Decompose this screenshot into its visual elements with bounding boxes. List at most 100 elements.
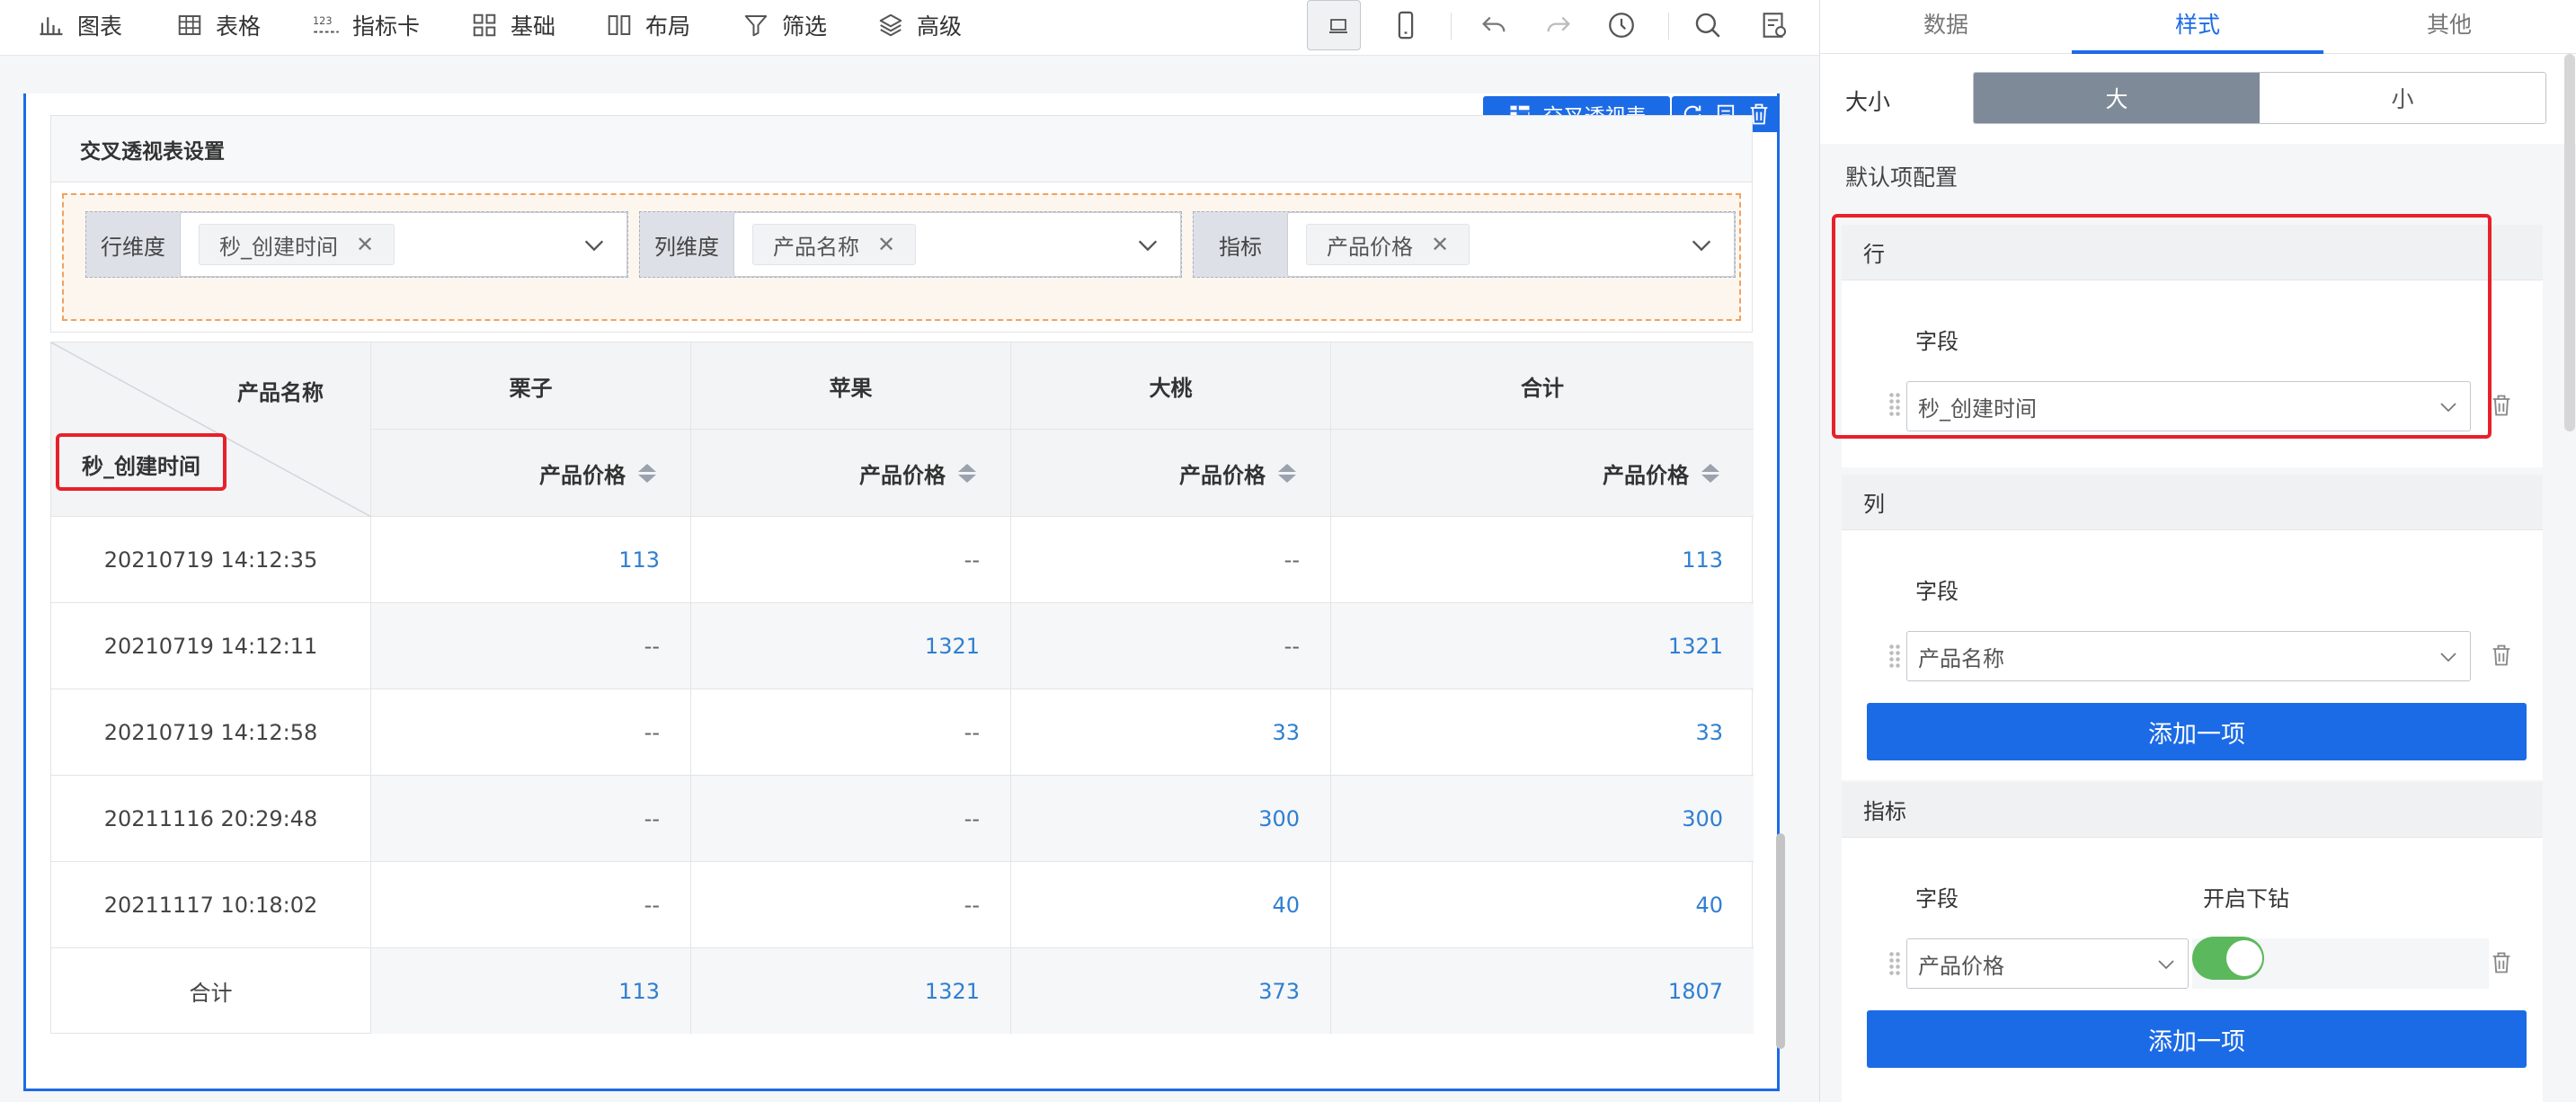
remove-column-dimension-icon[interactable]: ✕ <box>877 232 895 257</box>
toolbar-table[interactable]: 表格 <box>176 0 261 50</box>
metric-header[interactable]: 产品价格 <box>1331 430 1754 517</box>
tab-style[interactable]: 样式 <box>2072 0 2323 54</box>
undo-icon <box>1482 16 1506 32</box>
toolbar-table-label: 表格 <box>216 13 262 40</box>
table-cell[interactable]: 300 <box>1331 776 1754 862</box>
table-cell[interactable]: 1321 <box>691 603 1011 689</box>
desktop-view-button[interactable] <box>1307 0 1361 50</box>
toolbar-chart[interactable]: 图表 <box>38 0 122 50</box>
metric-header[interactable]: 产品价格 <box>691 430 1011 517</box>
total-cell[interactable]: 373 <box>1011 948 1331 1034</box>
metric-select[interactable]: 产品价格 ✕ <box>1287 212 1735 277</box>
column-dimension-label: 列维度 <box>654 234 719 260</box>
column-dimension-value: 产品名称 <box>773 234 859 260</box>
column-field-value: 产品名称 <box>1918 645 2004 671</box>
drill-down-label: 开启下钻 <box>2203 886 2289 911</box>
search-button[interactable] <box>1681 0 1735 50</box>
size-large-option[interactable]: 大 <box>1974 73 2260 123</box>
remove-metric-icon[interactable]: ✕ <box>1431 232 1449 257</box>
sort-icon[interactable] <box>1701 463 1719 483</box>
undo-button[interactable] <box>1467 0 1521 50</box>
pivot-settings-panel: 交叉透视表设置 行维度 秒_创建时间 ✕ 列维度 产品名称 ✕ 指标 产品价格 … <box>50 115 1753 333</box>
history-button[interactable] <box>1594 0 1648 50</box>
table-cell: -- <box>691 862 1011 948</box>
size-small-option[interactable]: 小 <box>2260 73 2545 123</box>
metric-header-label: 产品价格 <box>1603 462 1689 488</box>
delete-row-field-icon[interactable] <box>2489 392 2514 419</box>
column-dimension-chip: 产品名称 ✕ <box>752 224 917 265</box>
table-cell[interactable]: 33 <box>1011 689 1331 776</box>
table-icon <box>178 15 201 35</box>
row-header: 20210719 14:12:58 <box>51 689 371 776</box>
panel-tabs: 数据 样式 其他 <box>1820 0 2576 54</box>
canvas-scrollbar[interactable] <box>1776 833 1785 1049</box>
metric-field-select[interactable]: 产品价格 <box>1906 938 2189 989</box>
drag-handle-icon[interactable] <box>1888 951 1901 976</box>
column-dimension-select[interactable]: 产品名称 ✕ <box>733 212 1181 277</box>
page-settings-button[interactable] <box>1747 0 1801 50</box>
table-cell: -- <box>1011 517 1331 603</box>
add-column-button[interactable]: 添加一项 <box>1867 703 2527 760</box>
row-header: 20211116 20:29:48 <box>51 776 371 862</box>
metric-label: 指标 <box>1219 234 1262 260</box>
style-config-panel: 数据 样式 其他 大小 大 小 默认项配置 行 字段 秒_创建时间 列 字段 产… <box>1819 0 2576 1102</box>
pivot-settings-title: 交叉透视表设置 <box>51 116 1752 182</box>
basic-components-icon <box>473 13 496 37</box>
metric-header[interactable]: 产品价格 <box>371 430 691 517</box>
kpi-card-icon: 123 <box>313 15 339 33</box>
redo-icon <box>1547 16 1570 32</box>
size-row: 大小 大 小 <box>1820 54 2576 144</box>
sort-icon[interactable] <box>638 463 656 483</box>
column-section-title: 列 <box>1842 475 2543 530</box>
size-segmented-control: 大 小 <box>1973 72 2546 124</box>
metric-header[interactable]: 产品价格 <box>1011 430 1331 517</box>
metric-section-title: 指标 <box>1842 782 2543 838</box>
toolbar-chart-label: 图表 <box>77 13 123 40</box>
toolbar-advanced[interactable]: 高级 <box>877 0 962 50</box>
tab-other[interactable]: 其他 <box>2323 0 2575 54</box>
tab-data[interactable]: 数据 <box>1820 0 2072 54</box>
panel-scrollbar[interactable] <box>2564 54 2575 431</box>
table-cell[interactable]: 300 <box>1011 776 1331 862</box>
chevron-down-icon <box>1692 240 1711 252</box>
toolbar-kpi-card-label: 指标卡 <box>352 13 421 40</box>
metric-slot: 指标 产品价格 ✕ <box>1193 211 1736 278</box>
mobile-view-button[interactable] <box>1379 0 1433 50</box>
add-metric-button[interactable]: 添加一项 <box>1867 1010 2527 1068</box>
table-cell[interactable]: 113 <box>1331 517 1754 603</box>
chevron-down-icon <box>1138 240 1158 252</box>
column-header: 苹果 <box>691 342 1011 430</box>
toolbar-layout-label: 布局 <box>645 13 691 40</box>
table-cell[interactable]: 40 <box>1011 862 1331 948</box>
total-cell[interactable]: 1807 <box>1331 948 1754 1034</box>
table-cell[interactable]: 1321 <box>1331 603 1754 689</box>
table-cell[interactable]: 33 <box>1331 689 1754 776</box>
total-cell[interactable]: 1321 <box>691 948 1011 1034</box>
table-cell[interactable]: 113 <box>371 517 691 603</box>
row-dimension-select[interactable]: 秒_创建时间 ✕ <box>180 212 627 277</box>
total-row-header: 合计 <box>51 948 371 1034</box>
toolbar-filter[interactable]: 筛选 <box>742 0 827 50</box>
toolbar-basic[interactable]: 基础 <box>471 0 555 50</box>
pivot-table: 产品名称 秒_创建时间 栗子 苹果 大桃 合计 产品价格 产品价格 产品价格 产… <box>50 342 1754 1034</box>
delete-column-field-icon[interactable] <box>2489 642 2514 669</box>
total-cell[interactable]: 113 <box>371 948 691 1034</box>
toolbar-kpi-card[interactable]: 123 指标卡 <box>313 0 420 50</box>
remove-row-dimension-icon[interactable]: ✕ <box>356 232 374 257</box>
layout-icon <box>608 15 631 35</box>
redo-button[interactable] <box>1532 0 1586 50</box>
table-cell[interactable]: 40 <box>1331 862 1754 948</box>
metric-value: 产品价格 <box>1327 234 1413 260</box>
row-dimension-label: 行维度 <box>101 234 165 260</box>
chevron-down-icon <box>2440 653 2456 662</box>
column-field-select[interactable]: 产品名称 <box>1906 631 2471 681</box>
search-icon <box>1695 13 1720 38</box>
row-dimension-value: 秒_创建时间 <box>219 234 338 260</box>
delete-metric-field-icon[interactable] <box>2489 949 2514 976</box>
highlight-box <box>1832 214 2492 439</box>
drag-handle-icon[interactable] <box>1888 644 1901 669</box>
sort-icon[interactable] <box>958 463 976 483</box>
table-cell: -- <box>371 603 691 689</box>
toolbar-layout[interactable]: 布局 <box>606 0 690 50</box>
sort-icon[interactable] <box>1278 463 1296 483</box>
